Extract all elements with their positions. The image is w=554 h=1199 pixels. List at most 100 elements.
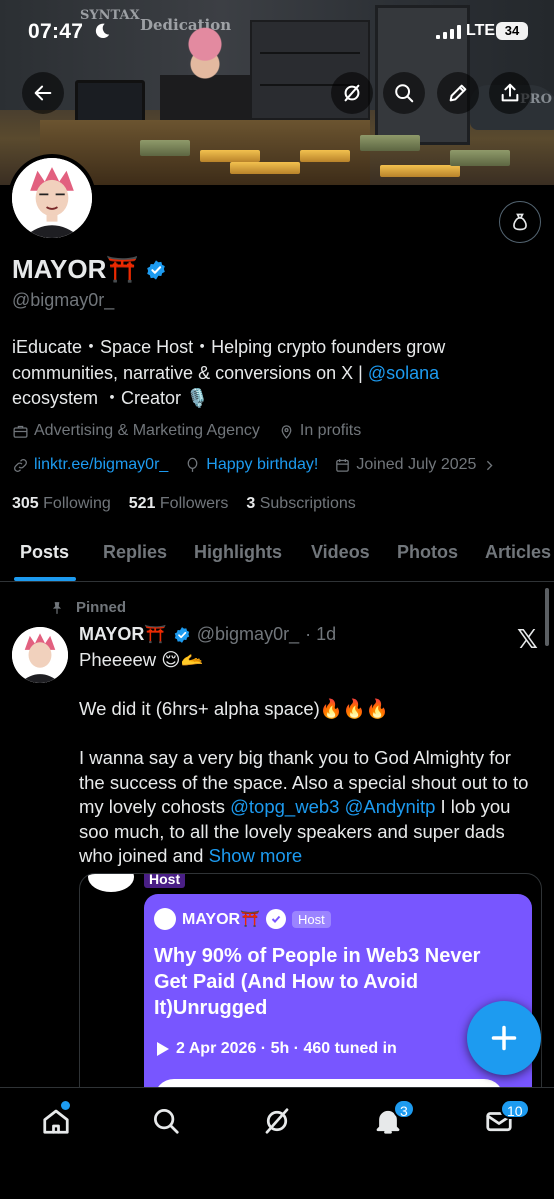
followers-count: 521 [128, 495, 156, 512]
nav-grok[interactable] [262, 1106, 292, 1136]
banner-gold-bar [300, 150, 350, 162]
post-header: MAYOR⛩️ @bigmay0r_ · 1d [79, 624, 336, 645]
location-pin-icon [281, 424, 292, 439]
profile-avatar[interactable] [8, 154, 96, 242]
birthday-item[interactable]: Happy birthday! [184, 456, 318, 474]
post-author-handle[interactable]: @bigmay0r_ [197, 624, 299, 645]
back-button[interactable] [22, 72, 64, 114]
money-bag-icon [513, 213, 527, 231]
active-tab-indicator [14, 577, 76, 581]
profile-stats: 305 Following 521 Followers 3 Subscripti… [12, 495, 356, 513]
tab-replies[interactable]: Replies [103, 542, 167, 563]
verified-badge-icon[interactable] [145, 259, 167, 281]
banner-gold-bar [230, 162, 300, 174]
space-host-row: MAYOR⛩️ Host [154, 908, 331, 930]
birthday-text[interactable]: Happy birthday! [206, 456, 318, 474]
tab-photos[interactable]: Photos [397, 542, 458, 563]
signal-icon [436, 25, 461, 39]
profile-handle: @bigmay0r_ [12, 290, 115, 310]
post-mention-link[interactable]: @Andynitp [345, 796, 436, 817]
profile-meta-row-2: linktr.ee/bigmay0r_ Happy birthday! Join… [12, 456, 498, 474]
verified-badge-icon [266, 909, 287, 929]
website-item[interactable]: linktr.ee/bigmay0r_ [12, 456, 168, 474]
followers-stat[interactable]: 521 Followers [129, 495, 229, 513]
post-paragraph: I wanna say a very big thank you to God … [79, 746, 541, 869]
search-icon [154, 1109, 179, 1134]
bio-mention-link[interactable]: @solana [368, 363, 439, 383]
pinned-label: Pinned [76, 599, 127, 616]
location-text: In profits [299, 422, 362, 439]
subscriptions-stat[interactable]: 3 Subscriptions [246, 495, 355, 513]
embed-avatar [88, 874, 134, 892]
post-time[interactable]: · 1d [305, 624, 336, 645]
banner-gold-bar [380, 165, 460, 177]
calendar-icon [336, 458, 350, 472]
briefcase-icon [13, 425, 28, 438]
tab-articles[interactable]: Articles [485, 542, 551, 563]
profile-tabs: Posts Replies Highlights Videos Photos A… [0, 528, 554, 582]
embedded-media-card[interactable]: Host MAYOR⛩️ Host Why 90% of People in W… [79, 873, 542, 1103]
avatar-illustration [12, 627, 68, 683]
chevron-right-icon [487, 460, 493, 470]
bio-line: communities, narrative & conversions on … [12, 361, 542, 387]
status-time: 07:47 [28, 20, 84, 43]
followers-label: Followers [159, 495, 229, 512]
category-item: Advertising & Marketing Agency [12, 422, 260, 440]
nav-search[interactable] [151, 1106, 181, 1136]
subscribe-bell-button[interactable] [499, 201, 541, 243]
post-author-name[interactable]: MAYOR⛩️ [79, 624, 167, 645]
post-body[interactable]: Pheeeew 😌🫴 We did it (6hrs+ alpha space)… [79, 648, 541, 869]
tab-videos[interactable]: Videos [311, 542, 370, 563]
banner-cash-stack [360, 135, 420, 151]
play-icon [157, 1042, 169, 1056]
tab-posts[interactable]: Posts [20, 542, 69, 563]
post-author-avatar[interactable] [12, 627, 68, 683]
nav-home[interactable] [41, 1106, 71, 1136]
pin-icon [52, 601, 62, 614]
following-label: Following [43, 495, 111, 512]
following-count: 305 [12, 495, 39, 512]
grok-icon [265, 1108, 289, 1134]
status-bar: 07:47 LTE 34 [0, 16, 554, 52]
space-meta: 2 Apr 2026 · 5h · 460 tuned in [176, 1040, 397, 1057]
compose-post-button[interactable] [467, 1001, 541, 1075]
home-icon [43, 1109, 69, 1134]
grok-button[interactable] [331, 72, 373, 114]
link-icon [14, 458, 27, 472]
arrow-left-icon [34, 85, 52, 101]
banner-monitor [75, 80, 145, 125]
plus-icon [491, 1025, 517, 1051]
space-meta-row: 2 Apr 2026 · 5h · 460 tuned in [156, 1040, 397, 1058]
share-icon [501, 83, 519, 102]
space-host-name: MAYOR⛩️ [182, 911, 261, 928]
location-item: In profits [278, 422, 361, 440]
category-text: Advertising & Marketing Agency [34, 422, 260, 439]
bio-line: iEducate・Space Host・Helping crypto found… [12, 337, 446, 357]
profile-name: MAYOR⛩️ [12, 254, 139, 284]
search-button[interactable] [383, 72, 425, 114]
show-more-link[interactable]: Show more [209, 845, 303, 866]
edit-button[interactable] [437, 72, 479, 114]
verified-badge-icon[interactable] [173, 626, 191, 644]
joined-item[interactable]: Joined July 2025 [334, 456, 498, 474]
banner-cash-stack [450, 150, 510, 166]
joined-text: Joined July 2025 [356, 456, 477, 473]
scrollbar[interactable] [545, 588, 549, 646]
bio-text: communities, narrative & conversions on … [12, 362, 368, 383]
space-host-badge: Host [292, 910, 331, 928]
share-button[interactable] [489, 72, 531, 114]
home-unread-dot [61, 1101, 70, 1110]
following-stat[interactable]: 305 Following [12, 495, 111, 513]
tab-highlights[interactable]: Highlights [194, 542, 282, 563]
post-mention-link[interactable]: @topg_web3 [230, 796, 339, 817]
battery-icon: 34 [496, 22, 528, 40]
space-host-avatar [154, 908, 176, 930]
website-link[interactable]: linktr.ee/bigmay0r_ [34, 456, 168, 474]
profile-bio: iEducate・Space Host・Helping crypto found… [12, 335, 542, 412]
space-card[interactable]: MAYOR⛩️ Host Why 90% of People in Web3 N… [144, 894, 532, 1102]
notifications-badge: 3 [393, 1099, 415, 1119]
avatar-illustration [12, 158, 92, 238]
profile-name-row: MAYOR⛩️ [12, 254, 167, 285]
moon-icon [95, 23, 110, 39]
grok-icon [344, 84, 360, 102]
